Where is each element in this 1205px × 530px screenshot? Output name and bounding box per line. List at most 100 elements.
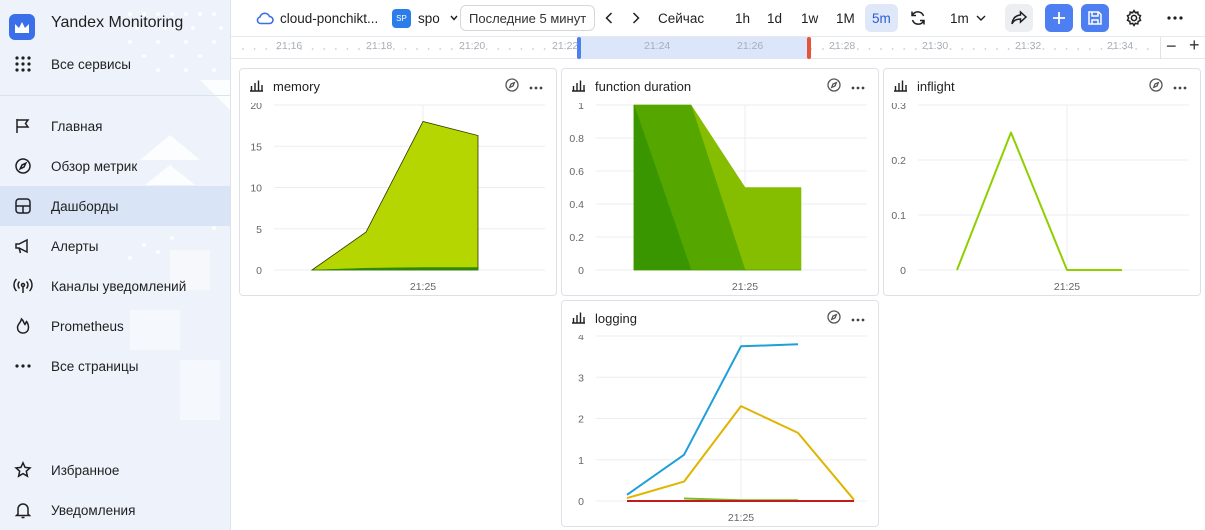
all-services-button[interactable]: Все сервисы [0, 44, 230, 84]
chart-icon [571, 79, 586, 97]
chevron-right-icon [632, 12, 640, 24]
y-tick-label: 2 [578, 414, 584, 426]
next-range-button[interactable] [632, 4, 640, 32]
y-tick-label: 1 [578, 103, 584, 112]
zoom-1w-button[interactable]: 1w [794, 4, 825, 32]
y-tick-label: 10 [250, 183, 262, 195]
top-toolbar: cloud-ponchikt... SP spo Последние 5 мин… [231, 0, 1205, 36]
plus-icon [1052, 11, 1066, 25]
sidebar-item-alerts[interactable]: Алерты [0, 226, 230, 266]
widget-more-button[interactable] [851, 309, 865, 325]
timeline-tick: 21:18 [366, 40, 393, 52]
brand-name: Yandex Monitoring [51, 14, 184, 31]
area-series-0 [310, 121, 479, 271]
y-tick-label: 0 [578, 496, 584, 508]
dashboard-icon [12, 196, 34, 216]
compass-icon[interactable] [1149, 78, 1163, 97]
sidebar-item-label: Обзор метрик [51, 158, 138, 174]
settings-button[interactable] [1120, 4, 1148, 32]
save-button[interactable] [1081, 4, 1109, 32]
refresh-interval-select[interactable]: 1m [950, 4, 986, 32]
timeline-tick: 21:30 [922, 40, 949, 52]
refresh-interval-value: 1m [950, 10, 969, 26]
gear-icon [1125, 9, 1143, 27]
chart-icon [571, 311, 586, 329]
folder-badge: SP [392, 8, 411, 28]
widget-header: inflight [884, 69, 1200, 103]
y-tick-label: 20 [250, 103, 262, 112]
now-button[interactable]: Сейчас [658, 4, 704, 32]
compass-icon[interactable] [827, 310, 841, 329]
timeline-tick: 21:24 [644, 40, 671, 52]
x-tick-label: 21:25 [732, 281, 758, 293]
bell-icon [12, 500, 34, 520]
widget-logging: logging 4 3 2 1 0 21:25 [561, 300, 879, 527]
y-tick-label: 0.6 [569, 166, 584, 178]
sidebar-divider [0, 95, 230, 96]
widget-memory: memory 20 15 10 5 0 21:25 [239, 68, 557, 296]
timeline-zoom-out-button[interactable]: − [1166, 36, 1177, 57]
chevron-left-icon [605, 12, 613, 24]
zoom-1d-button[interactable]: 1d [760, 4, 789, 32]
timeline-tick: 21:22 [552, 40, 579, 52]
y-tick-label: 3 [578, 372, 584, 384]
widget-header: memory [240, 69, 556, 103]
cloud-name: cloud-ponchikt... [280, 10, 379, 26]
folder-selector[interactable]: SP spo [392, 4, 458, 32]
timeline-zoom-in-button[interactable]: + [1189, 35, 1200, 56]
compass-icon[interactable] [827, 78, 841, 97]
cloud-icon [256, 11, 274, 25]
widget-more-button[interactable] [851, 77, 865, 93]
compass-icon[interactable] [505, 78, 519, 97]
sidebar-item-label: Каналы уведомлений [51, 278, 187, 294]
y-tick-label: 0 [578, 265, 584, 277]
chart-icon [249, 79, 264, 97]
zoom-1h-button[interactable]: 1h [728, 4, 757, 32]
cloud-selector[interactable]: cloud-ponchikt... [256, 4, 378, 32]
sidebar-item-label: Уведомления [51, 502, 136, 518]
megaphone-icon [12, 236, 34, 256]
sidebar-item-prometheus[interactable]: Prometheus [0, 306, 230, 346]
timeline-selected-range[interactable] [579, 37, 809, 59]
widget-more-button[interactable] [529, 77, 543, 93]
prev-range-button[interactable] [605, 4, 613, 32]
chevron-down-icon [450, 15, 458, 21]
widget-function-duration: function duration 1 0.8 0.6 0.4 0.2 0 21:25 [561, 68, 879, 296]
brand-logo-row[interactable]: Yandex Monitoring [0, 3, 230, 43]
time-range-button[interactable]: Последние 5 минут [460, 5, 596, 31]
floppy-disk-icon [1087, 10, 1103, 26]
zoom-5m-button[interactable]: 5m [865, 4, 898, 32]
sidebar-item-favorites[interactable]: Избранное [0, 450, 230, 490]
zoom-1M-button[interactable]: 1M [829, 4, 862, 32]
timeline[interactable]: 21:16 21:18 21:20 21:22 21:24 21:26 21:2… [231, 35, 1205, 59]
share-button[interactable] [1005, 4, 1033, 32]
more-menu-button[interactable] [1161, 4, 1189, 32]
y-tick-label: 15 [250, 141, 262, 153]
widget-title: inflight [917, 79, 955, 94]
timeline-divider [1160, 37, 1161, 59]
monitoring-app: Yandex Monitoring Все сервисы Главная Об… [0, 0, 1205, 530]
sidebar-item-metrics-explorer[interactable]: Обзор метрик [0, 146, 230, 186]
timeline-tick: 21:32 [1015, 40, 1042, 52]
sidebar-item-all-pages[interactable]: Все страницы [0, 346, 230, 386]
timeline-end-handle[interactable] [807, 37, 811, 59]
sidebar-item-dashboards[interactable]: Дашборды [0, 186, 230, 226]
sidebar-item-notification-channels[interactable]: Каналы уведомлений [0, 266, 230, 306]
widget-title: function duration [595, 79, 692, 94]
function-duration-chart: 1 0.8 0.6 0.4 0.2 0 21:25 [569, 103, 867, 293]
refresh-button[interactable] [909, 4, 927, 32]
y-tick-label: 1 [578, 455, 584, 467]
y-tick-label: 0.1 [891, 210, 906, 222]
add-widget-button[interactable] [1045, 4, 1073, 32]
x-tick-label: 21:25 [728, 512, 754, 524]
sidebar-item-notifications[interactable]: Уведомления [0, 490, 230, 530]
widget-header: function duration [562, 69, 878, 103]
inflight-chart: 0.3 0.2 0.1 0 21:25 [891, 103, 1189, 293]
more-horizontal-icon [1167, 16, 1183, 20]
more-horizontal-icon [12, 356, 34, 376]
sidebar-item-home[interactable]: Главная [0, 106, 230, 146]
widget-header: logging [562, 301, 878, 335]
widget-more-button[interactable] [1173, 77, 1187, 93]
y-tick-label: 0 [256, 265, 262, 277]
folder-name: spo [418, 10, 440, 26]
